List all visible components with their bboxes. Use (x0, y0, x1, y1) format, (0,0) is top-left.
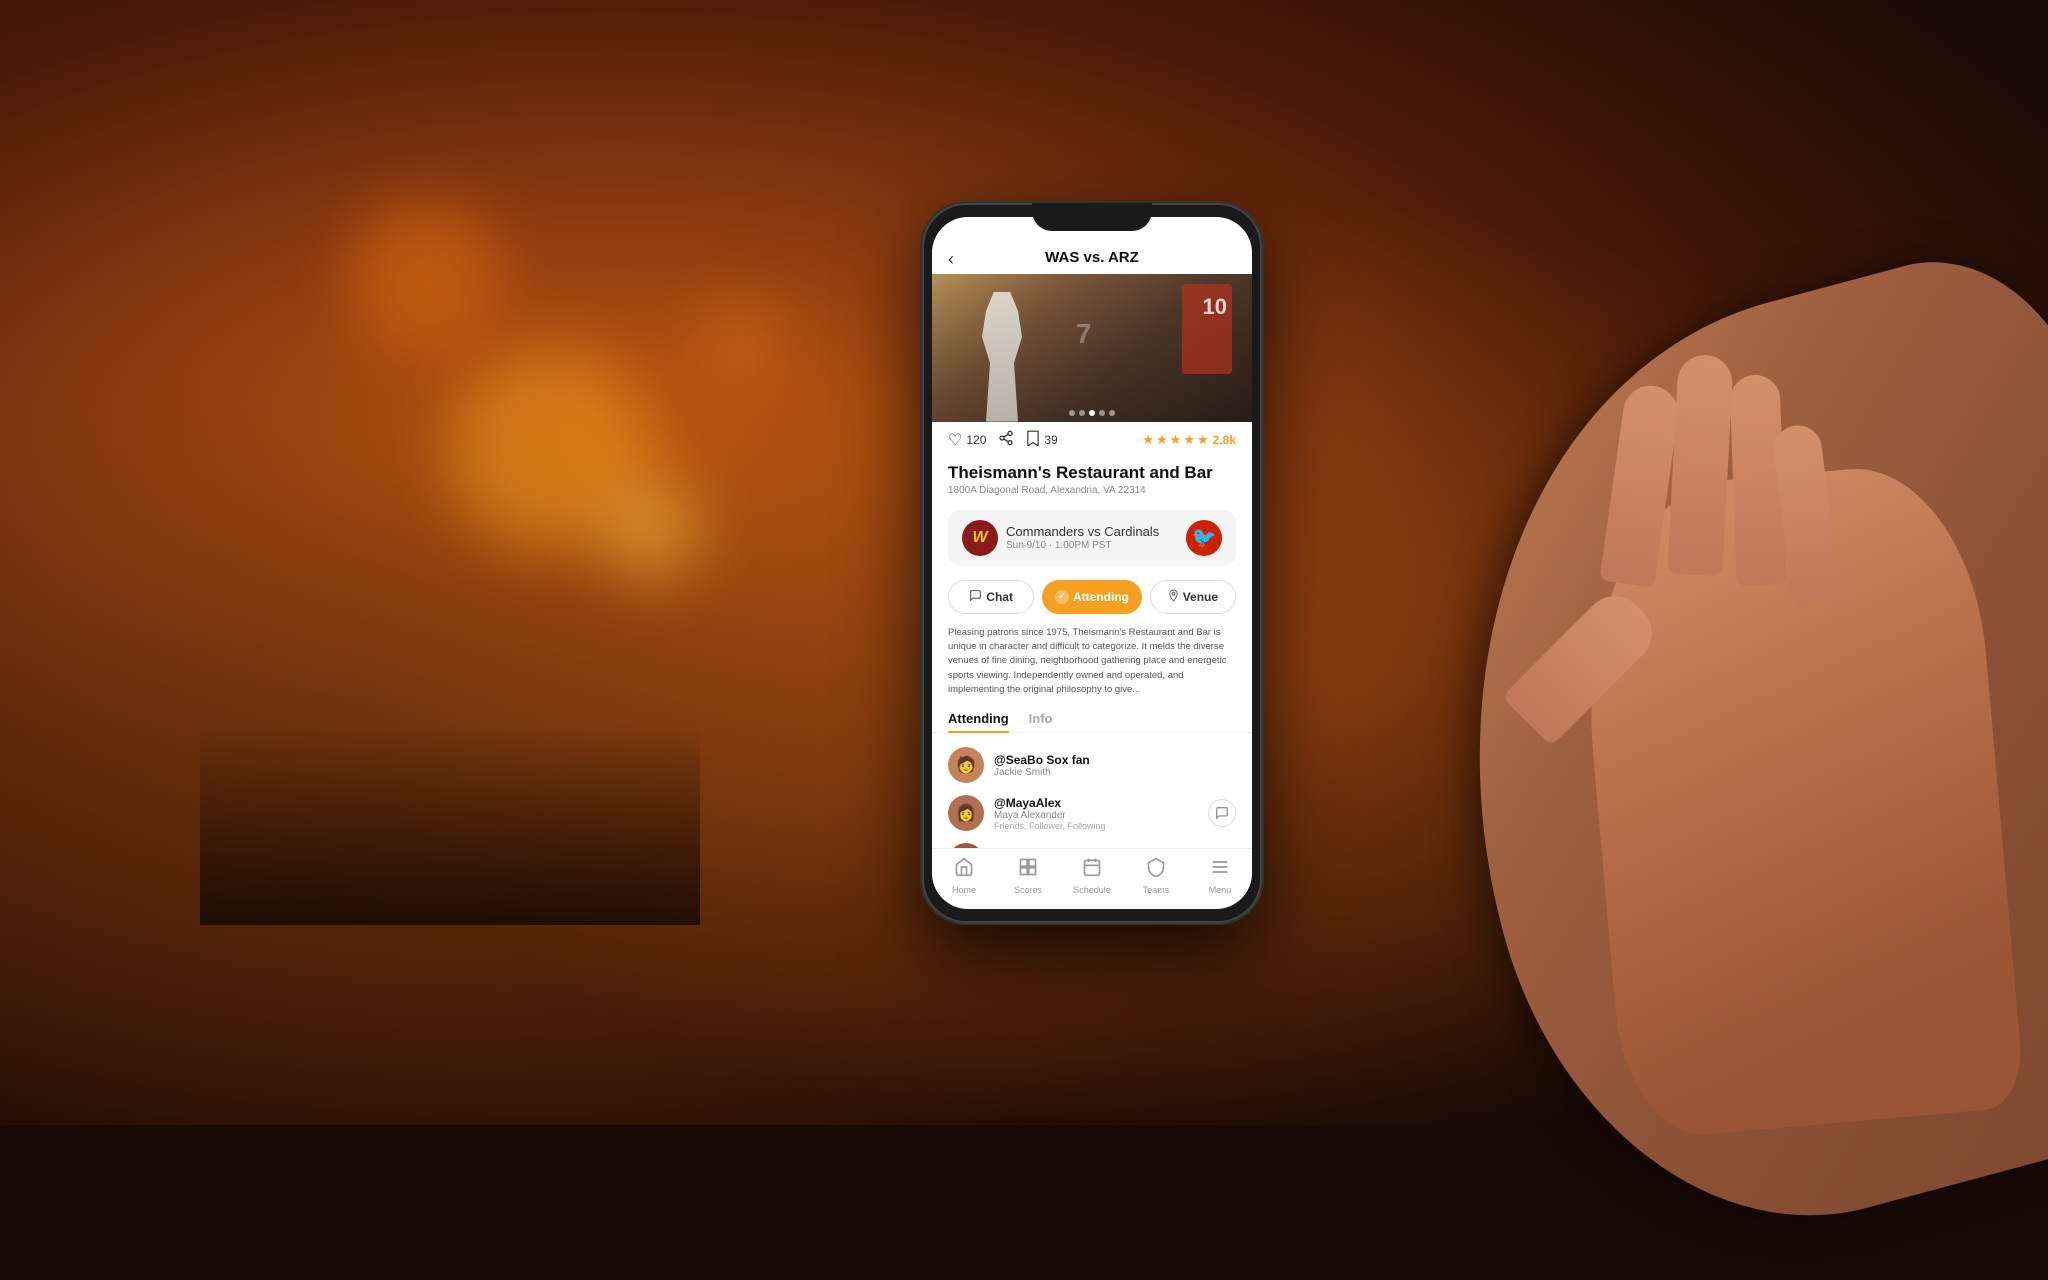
check-icon: ✓ (1055, 590, 1069, 604)
cardinal-bird-icon: 🐦 (1192, 525, 1217, 550)
home-label: Home (952, 885, 976, 895)
hero-dots (1069, 410, 1115, 416)
attendee-avatar-3: 👩 (948, 843, 984, 847)
venue-button[interactable]: Venue (1150, 580, 1236, 614)
finger-2 (1667, 354, 1733, 577)
attending-tab-label: Attending (948, 711, 1009, 726)
commanders-logo: W (962, 520, 998, 556)
rating-count: 2.8k (1213, 433, 1236, 447)
vs-text: vs (1088, 524, 1105, 539)
match-time: Sun 9/10 · 1:00PM PST (1006, 540, 1178, 551)
match-card: W Commanders vs Cardinals Sun 9/10 · 1:0… (948, 510, 1236, 566)
action-buttons-row: Chat ✓ Attending Venue (932, 572, 1252, 622)
attending-list: 🧑 @SeaBo Sox fan Jackie Smith 👩 (932, 733, 1252, 847)
bottom-nav: Home Scores (932, 848, 1252, 909)
attendee-row-3: 👩 @TraciLeo Traci Leonard (932, 837, 1252, 847)
schedule-icon (1082, 857, 1102, 883)
venue-address: 1800A Diagonal Road, Alexandria, VA 2231… (948, 485, 1236, 496)
match-info: Commanders vs Cardinals Sun 9/10 · 1:00P… (1006, 524, 1178, 551)
home-icon (954, 857, 974, 883)
attendee-name-2: Maya Alexander (994, 810, 1198, 821)
cardinals-logo: 🐦 (1186, 520, 1222, 556)
bookmark-icon (1026, 430, 1040, 451)
attendee-name-1: Jackie Smith (994, 767, 1236, 778)
action-bar: ♡ 120 (932, 422, 1252, 459)
teams-icon (1146, 857, 1166, 883)
attending-label: Attending (1073, 590, 1129, 604)
away-team: Cardinals (1104, 524, 1159, 539)
chat-label: Chat (986, 590, 1013, 604)
attendee-status-2: Friends, Follower, Following (994, 821, 1198, 831)
message-button-2[interactable] (1208, 799, 1236, 827)
back-button[interactable]: ‹ (948, 249, 954, 270)
rating-row: ★ ★ ★ ★ ★ 2.8k (1142, 432, 1236, 448)
tabs-row: Attending Info (932, 705, 1252, 733)
likes-button[interactable]: ♡ 120 (948, 430, 986, 450)
bokeh-4 (700, 300, 780, 380)
attendee-row-2: 👩 @MayaAlex Maya Alexander Friends, Foll… (932, 789, 1252, 837)
phone-screen: ‹ WAS vs. ARZ 7 10 (932, 217, 1252, 909)
nav-item-home[interactable]: Home (932, 857, 996, 895)
star-5: ★ (1197, 432, 1209, 448)
hero-player-number: 7 (1076, 318, 1092, 350)
attendee-avatar-2: 👩 (948, 795, 984, 831)
header-title: WAS vs. ARZ (1045, 249, 1139, 266)
venue-name: Theismann's Restaurant and Bar (948, 463, 1236, 483)
dot-2 (1079, 410, 1085, 416)
info-tab-label: Info (1029, 711, 1053, 726)
nav-item-menu[interactable]: Menu (1188, 857, 1252, 895)
save-button[interactable]: 39 (1026, 430, 1057, 451)
attendee-handle-2: @MayaAlex (994, 796, 1198, 810)
attending-button[interactable]: ✓ Attending (1042, 580, 1142, 614)
star-1: ★ (1142, 432, 1154, 448)
share-icon (998, 430, 1014, 451)
heart-icon: ♡ (948, 430, 962, 450)
tab-info[interactable]: Info (1029, 705, 1053, 732)
attendee-row-1: 🧑 @SeaBo Sox fan Jackie Smith (932, 741, 1252, 789)
dot-5 (1109, 410, 1115, 416)
star-3: ★ (1170, 432, 1182, 448)
share-button[interactable] (998, 430, 1014, 451)
menu-icon (1210, 857, 1230, 883)
venue-info: Theismann's Restaurant and Bar 1800A Dia… (932, 459, 1252, 504)
bokeh-2 (350, 200, 500, 350)
screen-content: ‹ WAS vs. ARZ 7 10 (932, 217, 1252, 909)
nav-item-schedule[interactable]: Schedule (1060, 857, 1124, 895)
notch (1032, 203, 1152, 231)
tab-attending[interactable]: Attending (948, 705, 1009, 732)
dot-4 (1099, 410, 1105, 416)
star-2: ★ (1156, 432, 1168, 448)
phone-container: ‹ WAS vs. ARZ 7 10 (922, 203, 1262, 923)
save-count: 39 (1044, 433, 1057, 447)
attendee-info-2: @MayaAlex Maya Alexander Friends, Follow… (994, 796, 1198, 831)
star-4: ★ (1183, 432, 1195, 448)
background-people (200, 725, 700, 925)
attendee-info-1: @SeaBo Sox fan Jackie Smith (994, 753, 1236, 778)
nav-item-teams[interactable]: Teams (1124, 857, 1188, 895)
chat-icon (969, 589, 982, 605)
phone-frame: ‹ WAS vs. ARZ 7 10 (922, 203, 1262, 923)
chat-button[interactable]: Chat (948, 580, 1034, 614)
menu-label: Menu (1209, 885, 1232, 895)
hero-image: 7 10 (932, 274, 1252, 422)
venue-label: Venue (1183, 590, 1218, 604)
venue-description: Pleasing patrons since 1975, Theismann's… (932, 622, 1252, 705)
likes-count: 120 (966, 433, 986, 447)
attendee-avatar-1: 🧑 (948, 747, 984, 783)
scores-icon (1018, 857, 1038, 883)
bokeh-3 (600, 480, 700, 580)
hero-jersey-number: 10 (1203, 294, 1227, 320)
venue-pin-icon (1168, 589, 1179, 605)
dot-3-active (1089, 410, 1095, 416)
schedule-label: Schedule (1073, 885, 1111, 895)
nav-item-scores[interactable]: Scores (996, 857, 1060, 895)
match-teams: Commanders vs Cardinals (1006, 524, 1178, 539)
dot-1 (1069, 410, 1075, 416)
home-team: Commanders (1006, 524, 1084, 539)
teams-label: Teams (1143, 885, 1170, 895)
scores-label: Scores (1014, 885, 1042, 895)
attendee-handle-1: @SeaBo Sox fan (994, 753, 1236, 767)
